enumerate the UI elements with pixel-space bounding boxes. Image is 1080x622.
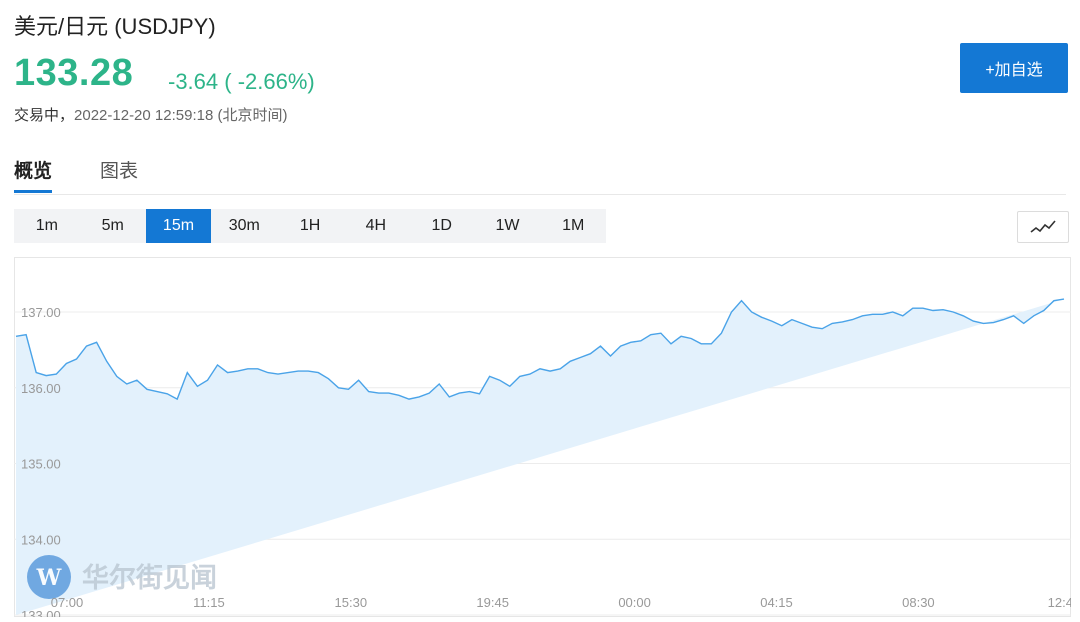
period-5m[interactable]: 5m bbox=[80, 209, 146, 243]
x-tick-label: 07:00 bbox=[51, 595, 84, 610]
period-15m[interactable]: 15m bbox=[145, 209, 212, 243]
trading-status-label: 交易中， bbox=[14, 107, 75, 124]
x-tick-label: 04:15 bbox=[760, 595, 793, 610]
quote-timestamp: 2022-12-20 12:59:18 bbox=[74, 107, 214, 124]
current-price: 133.28 bbox=[14, 52, 134, 94]
x-tick-label: 12:4 bbox=[1048, 595, 1071, 610]
x-tick-label: 19:45 bbox=[476, 595, 509, 610]
chart-type-button[interactable] bbox=[1017, 211, 1069, 243]
period-4h[interactable]: 4H bbox=[343, 209, 409, 243]
y-tick-label: 136.00 bbox=[21, 381, 61, 396]
x-tick-label: 08:30 bbox=[902, 595, 935, 610]
tab-chart[interactable]: 图表 bbox=[100, 156, 138, 183]
period-1d[interactable]: 1D bbox=[409, 209, 475, 243]
tab-overview[interactable]: 概览 bbox=[14, 156, 52, 183]
watermark-logo-letter: W bbox=[36, 565, 62, 591]
timezone-note: (北京时间) bbox=[217, 107, 288, 124]
x-tick-label: 15:30 bbox=[335, 595, 368, 610]
y-tick-label: 135.00 bbox=[21, 457, 61, 472]
tab-bar: 概览 图表 bbox=[14, 152, 1066, 195]
watermark-text: 华尔街见闻 bbox=[82, 562, 217, 594]
add-to-watchlist-button[interactable]: +加自选 bbox=[960, 43, 1068, 93]
period-1m[interactable]: 1m bbox=[14, 209, 80, 243]
line-chart-icon bbox=[1030, 220, 1056, 233]
price-change: -3.64 ( -2.66%) bbox=[168, 69, 315, 94]
instrument-title: 美元/日元 (USDJPY) bbox=[14, 14, 216, 39]
period-1h[interactable]: 1H bbox=[277, 209, 343, 243]
price-chart[interactable]: W 华尔街见闻 137.00136.00135.00134.00133.0007… bbox=[14, 257, 1071, 617]
period-30m[interactable]: 30m bbox=[211, 209, 277, 243]
y-tick-label: 134.00 bbox=[21, 532, 61, 547]
active-tab-indicator bbox=[14, 190, 52, 193]
period-1w[interactable]: 1W bbox=[475, 209, 541, 243]
period-selector: 1m 5m 15m 30m 1H 4H 1D 1W 1M bbox=[14, 209, 607, 243]
trading-status: 交易中，2022-12-20 12:59:18 (北京时间) bbox=[14, 104, 287, 125]
y-tick-label: 137.00 bbox=[21, 305, 61, 320]
x-tick-label: 00:00 bbox=[618, 595, 651, 610]
period-1mo[interactable]: 1M bbox=[540, 209, 606, 243]
x-tick-label: 11:15 bbox=[193, 595, 225, 610]
